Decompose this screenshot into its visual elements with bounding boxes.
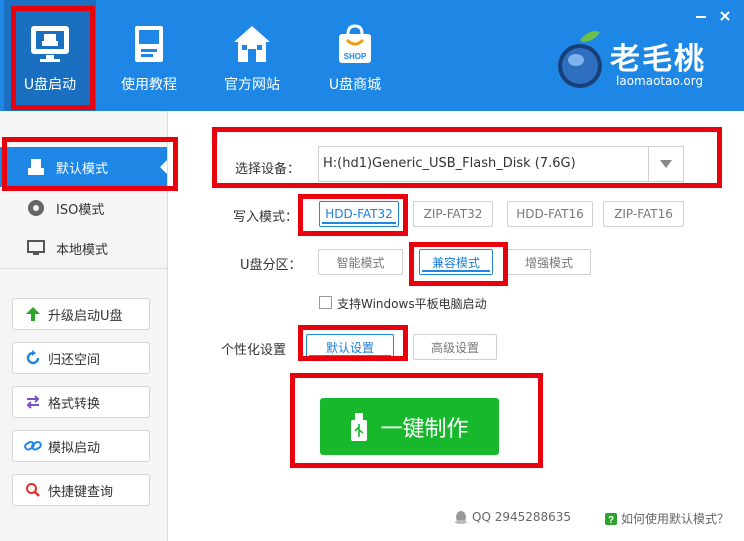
peach-logo-icon: [558, 31, 602, 88]
shop-bag-icon: SHOP: [333, 22, 377, 66]
write-mode-hdd-fat16[interactable]: HDD-FAT16: [507, 201, 593, 227]
tablet-support-checkbox[interactable]: [319, 296, 332, 309]
nav-label: U盘启动: [23, 77, 77, 93]
up-arrow-icon: [24, 305, 42, 323]
qq-penguin-icon: [455, 511, 467, 524]
usb-icon: [26, 157, 46, 177]
personalize-label: 个性化设置: [221, 343, 287, 358]
write-mode-label: 写入模式：: [233, 210, 299, 225]
help-text: 如何使用默认模式？: [621, 512, 730, 526]
link-icon: [24, 437, 42, 455]
make-button-label: 一键制作: [380, 416, 469, 442]
device-value: H:(hd1)Generic_USB_Flash_Disk (7.6G): [323, 156, 576, 171]
swap-icon: [24, 393, 42, 411]
mode-label: 默认模式: [56, 161, 109, 177]
logo-subtitle: laomaotao.org: [616, 74, 704, 88]
svg-text:?: ?: [608, 515, 614, 525]
usb-drive-icon: [28, 22, 72, 66]
tool-label: 格式转换: [48, 396, 101, 412]
close-icon[interactable]: [716, 8, 734, 24]
nav-tutorial[interactable]: 使用教程: [103, 0, 195, 111]
format-convert-button[interactable]: 格式转换: [12, 386, 150, 418]
nav-website[interactable]: 官方网站: [206, 0, 298, 111]
tool-label: 归还空间: [48, 352, 101, 368]
qq-contact: QQ 2945288635: [454, 510, 571, 524]
sidebar-divider: [0, 268, 167, 269]
book-icon: [127, 22, 171, 66]
write-mode-hdd-fat32[interactable]: HDD-FAT32: [319, 201, 399, 227]
write-mode-zip-fat16[interactable]: ZIP-FAT16: [603, 201, 684, 227]
nav-shop[interactable]: SHOP U盘商城: [309, 0, 401, 111]
nav-label: U盘商城: [328, 77, 382, 93]
tool-label: 快捷键查询: [48, 484, 114, 500]
mode-label: 本地模式: [56, 242, 109, 258]
help-icon: ?: [605, 512, 617, 525]
window-controls: [692, 8, 734, 24]
usb-stick-icon: [350, 412, 368, 441]
sidebar: 默认模式 ISO模式 本地模式 升级启动U盘 归还空间 格式转换 模拟启动 快捷…: [0, 111, 168, 541]
mode-local[interactable]: 本地模式: [0, 228, 167, 268]
help-link[interactable]: ? 如何使用默认模式？: [605, 510, 729, 527]
mode-label: ISO模式: [56, 202, 105, 218]
minimize-icon[interactable]: [692, 8, 710, 24]
upgrade-usb-button[interactable]: 升级启动U盘: [12, 298, 150, 330]
tool-label: 升级启动U盘: [48, 308, 123, 324]
refresh-icon: [24, 349, 42, 367]
partition-enhanced[interactable]: 增强模式: [507, 249, 591, 275]
nav-usb-boot[interactable]: U盘启动: [4, 0, 96, 111]
logo: 老毛桃 laomaotao.org: [554, 26, 724, 96]
partition-label: U盘分区：: [240, 258, 302, 273]
shop-tag: SHOP: [344, 52, 367, 61]
one-click-make-button[interactable]: 一键制作: [320, 398, 499, 455]
mode-default[interactable]: 默认模式: [0, 147, 167, 187]
write-mode-zip-fat32[interactable]: ZIP-FAT32: [413, 201, 493, 227]
chevron-down-icon[interactable]: [648, 147, 683, 181]
advanced-settings-button[interactable]: 高级设置: [413, 334, 497, 360]
header-bar: U盘启动 使用教程 官方网站 SHOP U盘商城 老毛桃 laomaotao.o…: [0, 0, 744, 111]
disc-icon: [26, 198, 46, 218]
nav-label: 官方网站: [224, 77, 280, 93]
simulate-boot-button[interactable]: 模拟启动: [12, 430, 150, 462]
hotkey-query-button[interactable]: 快捷键查询: [12, 474, 150, 506]
tool-label: 模拟启动: [48, 440, 101, 456]
monitor-icon: [26, 238, 46, 258]
search-icon: [24, 481, 42, 499]
device-label: 选择设备：: [235, 162, 301, 177]
restore-space-button[interactable]: 归还空间: [12, 342, 150, 374]
partition-compatible[interactable]: 兼容模式: [419, 249, 493, 275]
nav-label: 使用教程: [121, 77, 177, 93]
mode-iso[interactable]: ISO模式: [0, 188, 167, 228]
tablet-support-label: 支持Windows平板电脑启动: [337, 297, 487, 311]
qq-number: QQ 2945288635: [472, 510, 572, 524]
home-icon: [230, 22, 274, 66]
partition-smart[interactable]: 智能模式: [318, 249, 403, 275]
default-settings-button[interactable]: 默认设置: [306, 334, 394, 360]
logo-title: 老毛桃: [610, 42, 706, 77]
device-select[interactable]: H:(hd1)Generic_USB_Flash_Disk (7.6G): [318, 146, 684, 182]
